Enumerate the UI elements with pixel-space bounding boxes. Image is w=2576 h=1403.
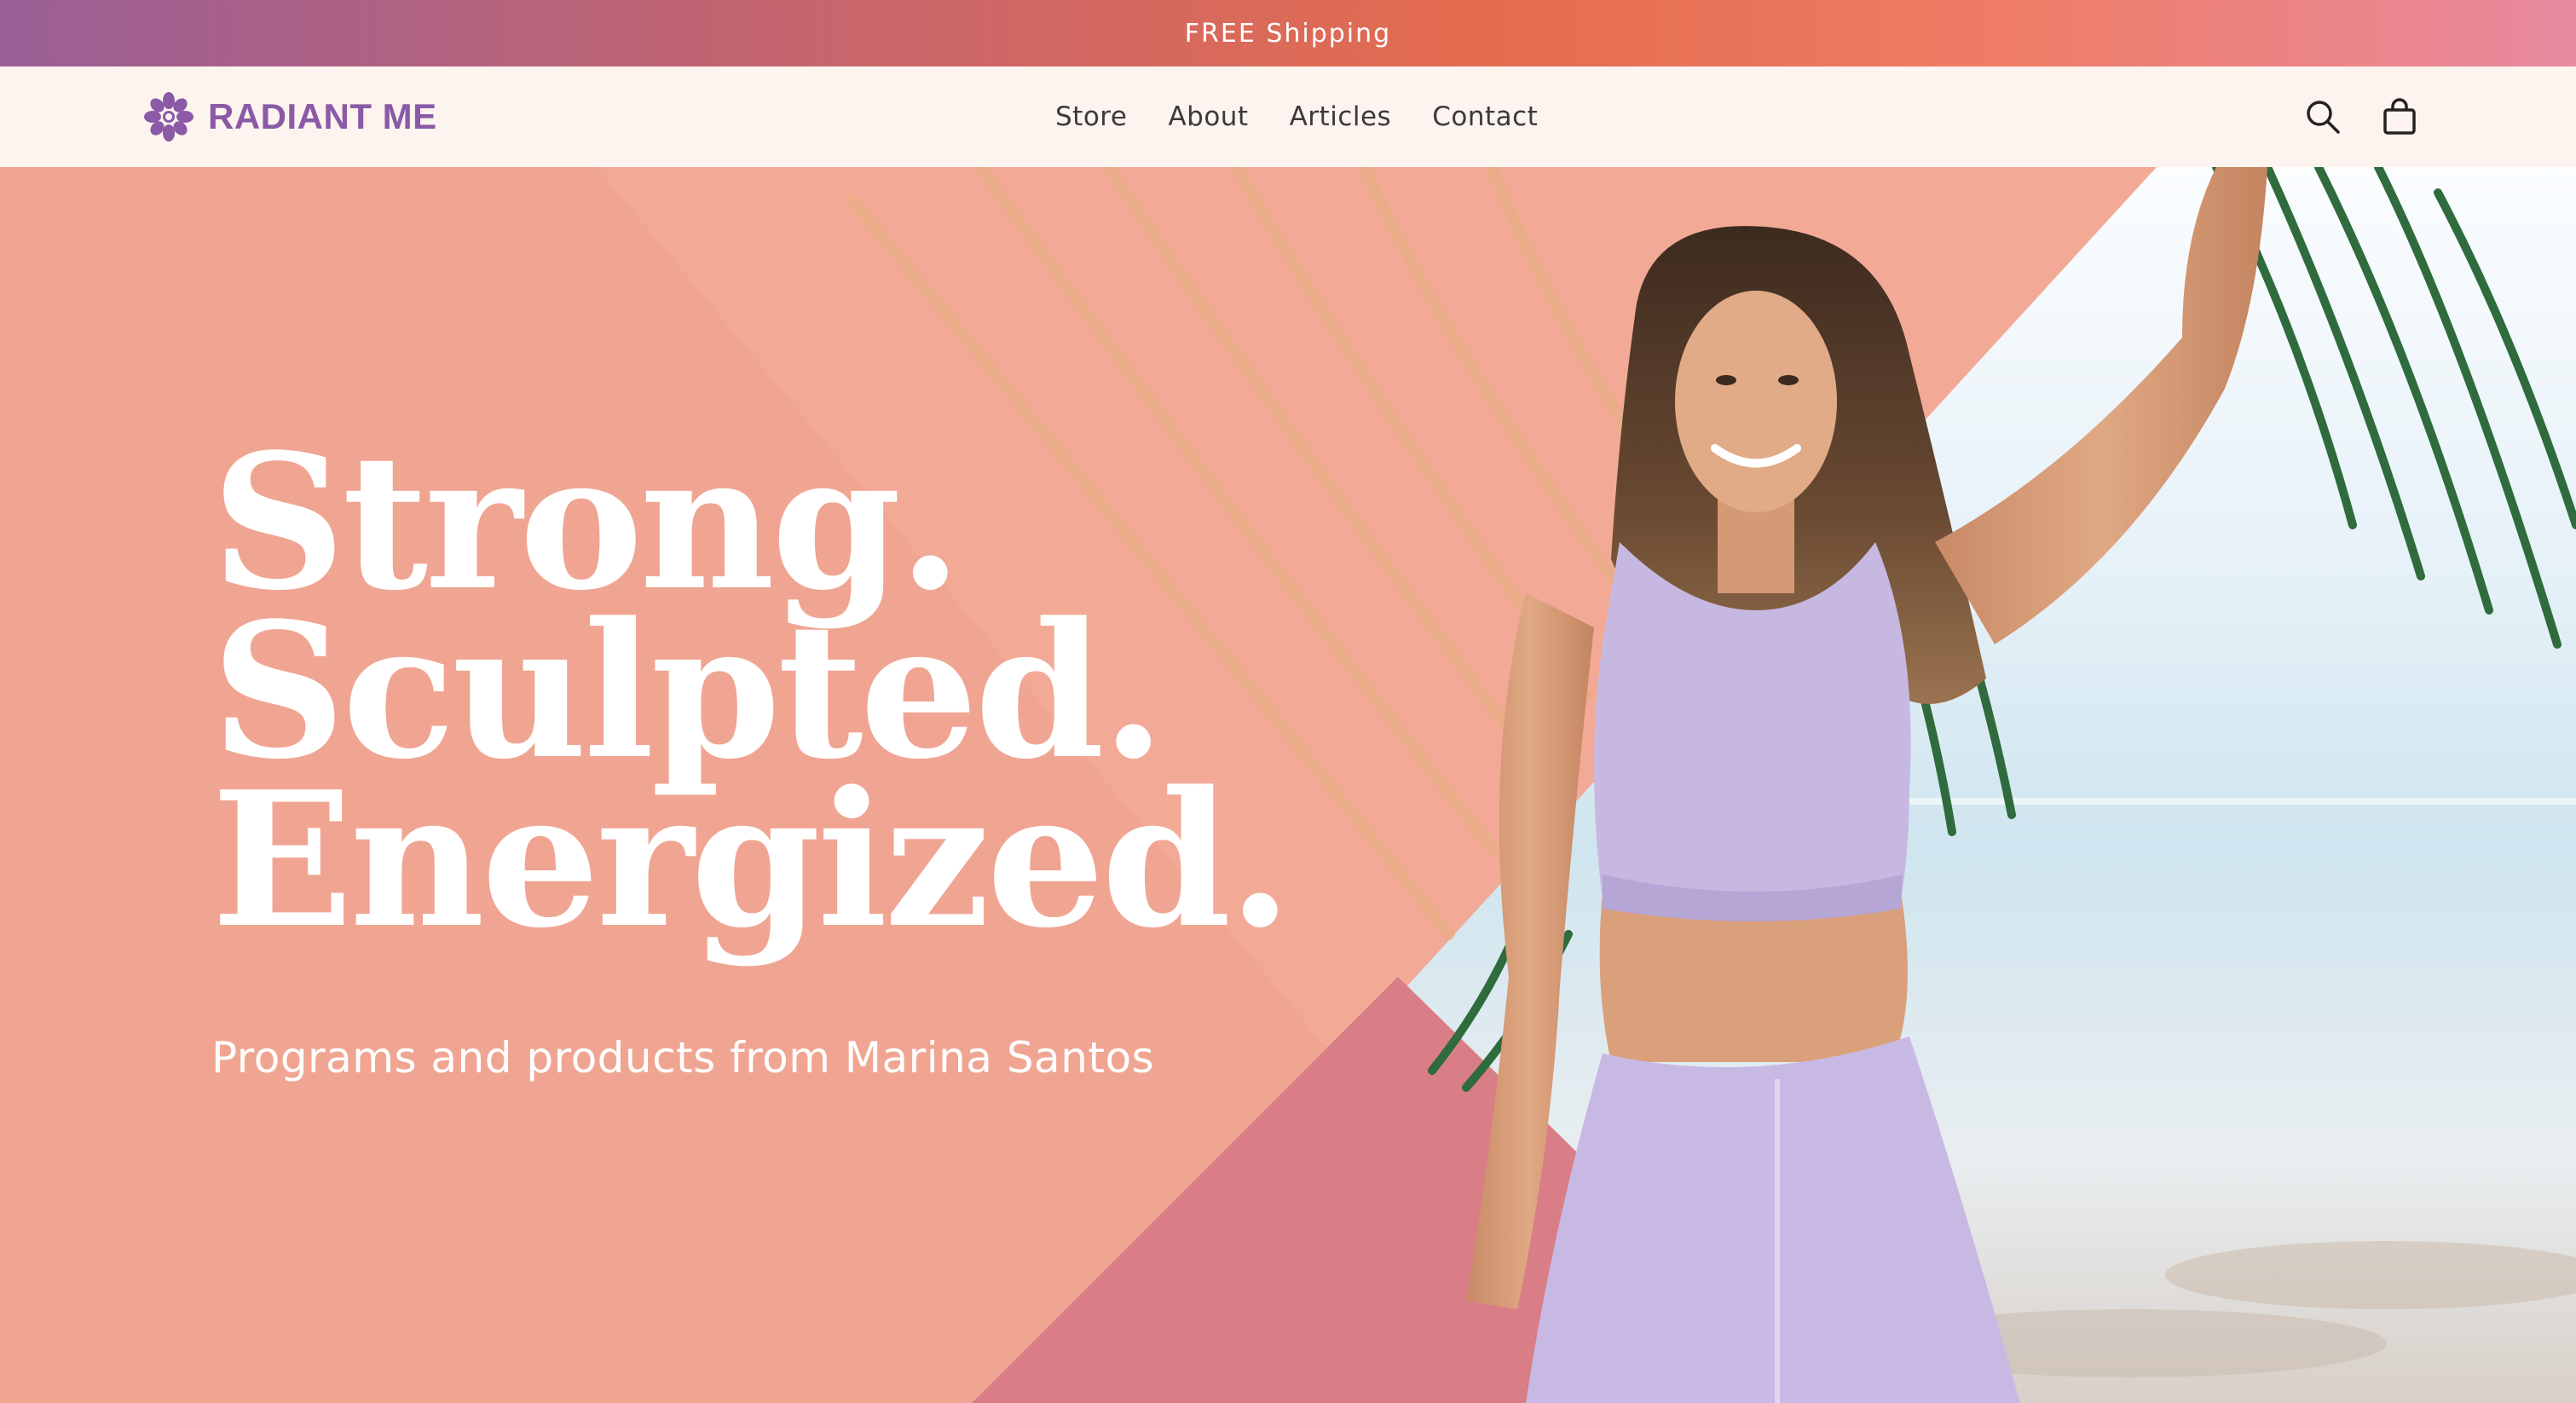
search-icon <box>2307 101 2340 134</box>
nav-link-contact[interactable]: Contact <box>1432 101 1538 132</box>
nav-link-articles[interactable]: Articles <box>1290 101 1392 132</box>
headline-line-3: Energized. <box>211 751 1292 969</box>
hero-subtitle: Programs and products from Marina Santos <box>211 1033 1155 1083</box>
header-actions <box>2302 66 2421 167</box>
flower-logo-icon <box>144 92 193 141</box>
logo-link[interactable]: RADIANT ME <box>142 87 437 147</box>
search-button[interactable] <box>2302 95 2344 138</box>
announcement-bar: FREE Shipping <box>0 0 2576 66</box>
logo-text: RADIANT ME <box>208 96 437 136</box>
cart-button[interactable] <box>2378 95 2421 138</box>
nav-link-about[interactable]: About <box>1168 101 1248 132</box>
cart-icon <box>2383 98 2416 135</box>
main-nav: Store About Articles Contact <box>1055 66 1538 167</box>
nav-link-store[interactable]: Store <box>1055 101 1127 132</box>
hero-section: Strong. Sculpted. Energized. Programs an… <box>0 167 2576 1403</box>
hero-headline: Strong. Sculpted. Energized. <box>211 430 1292 969</box>
announcement-text: FREE Shipping <box>1184 18 1392 49</box>
site-header: RADIANT ME Store About Articles Contact <box>0 66 2576 169</box>
